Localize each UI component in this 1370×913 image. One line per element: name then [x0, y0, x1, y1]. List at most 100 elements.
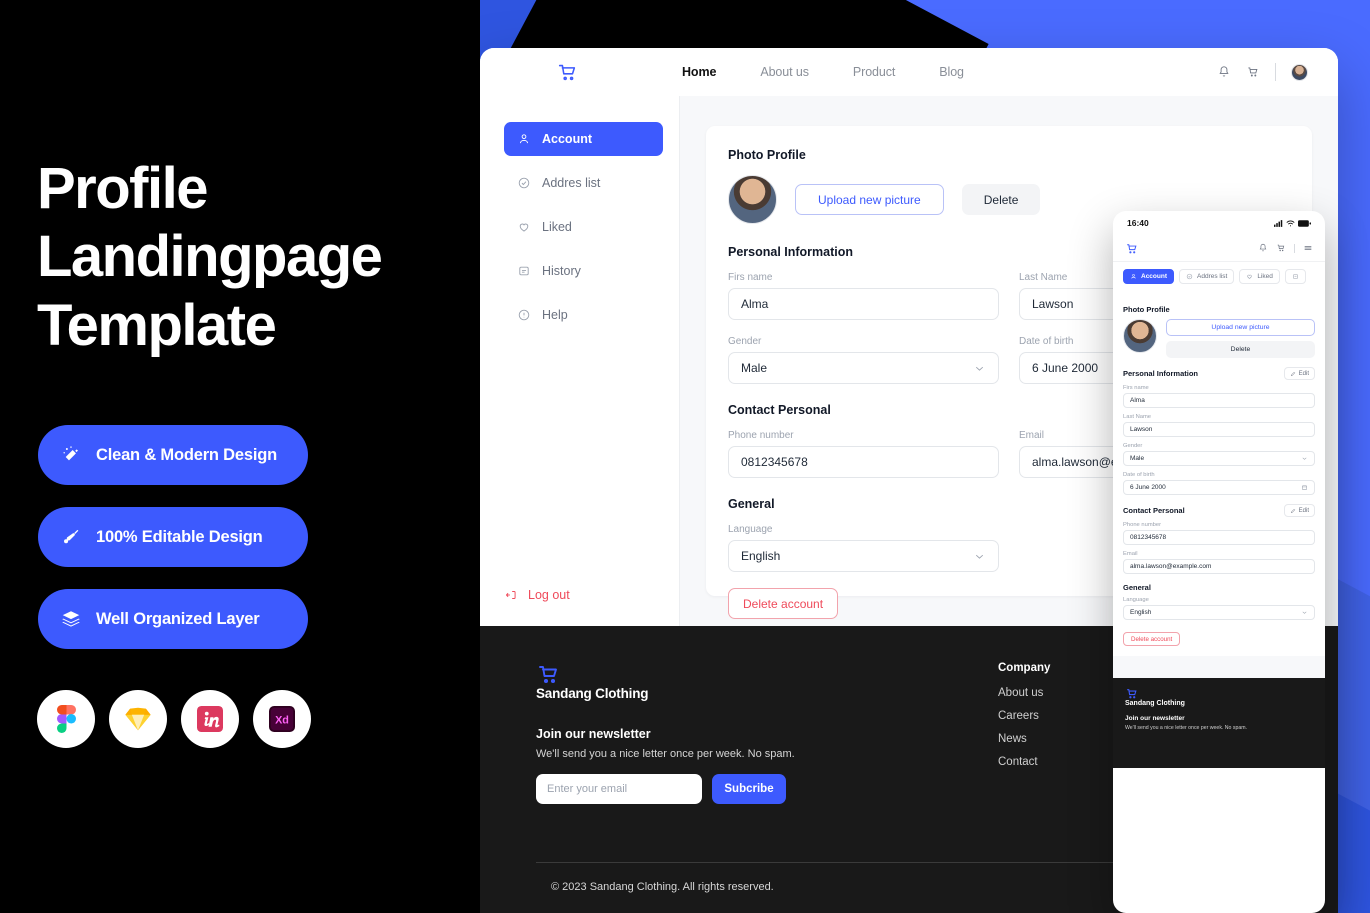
first-name-label: Firs name	[728, 272, 773, 283]
mobile-delete-picture-button[interactable]: Delete	[1166, 341, 1315, 358]
mobile-tab-label: Liked	[1257, 273, 1273, 280]
shopping-cart-logo-icon[interactable]	[556, 61, 578, 83]
mobile-tab-account[interactable]: Account	[1123, 269, 1174, 284]
language-value: English	[741, 549, 781, 563]
check-circle-icon	[1186, 273, 1193, 280]
svg-text:Xd: Xd	[275, 714, 289, 726]
sketch-icon	[124, 706, 152, 732]
nav-item-blog[interactable]: Blog	[939, 65, 964, 79]
footer-link-news[interactable]: News	[998, 733, 1050, 745]
feature-pill-clean-modern-design[interactable]: Clean & Modern Design	[38, 425, 308, 485]
mobile-phone-number-value: 0812345678	[1130, 534, 1167, 541]
cart-icon[interactable]	[1246, 65, 1260, 79]
mobile-phone-number-label: Phone number	[1123, 522, 1162, 528]
mobile-gender-label: Gender	[1123, 443, 1143, 449]
avatar[interactable]	[1291, 63, 1308, 81]
mobile-footer: Sandang Clothing Join our newsletter We'…	[1113, 678, 1325, 768]
mobile-edit-contact-button[interactable]: Edit	[1283, 504, 1315, 517]
language-select[interactable]: English	[728, 540, 999, 572]
chevron-down-icon	[973, 550, 986, 563]
mobile-first-name-value: Alma	[1130, 397, 1145, 404]
nav-item-product[interactable]: Product	[853, 65, 895, 79]
battery-icon	[1298, 219, 1311, 227]
mobile-first-name-input[interactable]: Alma	[1123, 393, 1315, 408]
mobile-date-of-birth-input[interactable]: 6 June 2000	[1123, 480, 1315, 495]
mobile-language-select[interactable]: English	[1123, 605, 1315, 620]
nav-item-home[interactable]: Home	[682, 65, 716, 79]
first-name-input[interactable]: Alma	[728, 288, 999, 320]
bell-icon[interactable]	[1258, 243, 1268, 253]
newsletter-subtitle: We'll send you a nice letter once per we…	[536, 748, 795, 760]
mobile-delete-account-button[interactable]: Delete account	[1123, 632, 1181, 646]
mobile-contact-personal-title: Contact Personal Edit	[1123, 504, 1315, 517]
upload-new-picture-button[interactable]: Upload new picture	[795, 184, 944, 215]
bell-icon[interactable]	[1217, 65, 1231, 79]
logout-button[interactable]: Log out	[504, 588, 570, 602]
invision-icon	[197, 706, 223, 732]
footer-link-about-us[interactable]: About us	[998, 687, 1050, 699]
feature-pill-editable-design[interactable]: 100% Editable Design	[38, 507, 308, 567]
footer-column-company: Company About us Careers News Contact	[998, 662, 1050, 804]
screenshot-stage: Home About us Product Blog Account Addre…	[0, 0, 1370, 913]
sidebar-item-account[interactable]: Account	[504, 122, 663, 156]
delete-picture-button[interactable]: Delete	[961, 184, 1041, 215]
mobile-tab-addres-list[interactable]: Addres list	[1179, 269, 1235, 284]
mobile-edit-personal-button[interactable]: Edit	[1283, 367, 1315, 380]
sidebar-item-addres-list[interactable]: Addres list	[504, 166, 663, 200]
sidebar-item-label: History	[542, 264, 581, 278]
heart-icon	[1247, 274, 1253, 279]
mobile-email-input[interactable]: alma.lawson@example.com	[1123, 559, 1315, 574]
mobile-cart-logo-icon[interactable]	[1125, 242, 1138, 255]
mobile-phone-number-input[interactable]: 0812345678	[1123, 530, 1315, 545]
mobile-language-value: English	[1130, 609, 1152, 616]
gender-label: Gender	[728, 336, 762, 347]
sidebar-item-history[interactable]: History	[504, 254, 663, 288]
delete-account-button[interactable]: Delete account	[728, 588, 839, 619]
mobile-gender-select[interactable]: Male	[1123, 451, 1315, 466]
mobile-tab-history[interactable]	[1284, 269, 1306, 284]
feature-pill-organized-layer[interactable]: Well Organized Layer	[38, 589, 308, 649]
phone-number-label: Phone number	[728, 430, 794, 441]
footer-copyright: © 2023 Sandang Clothing. All rights rese…	[551, 881, 774, 893]
gender-select[interactable]: Male	[728, 352, 999, 384]
date-of-birth-value: 6 June 2000	[1032, 361, 1099, 375]
check-circle-icon	[517, 176, 531, 190]
hamburger-icon[interactable]	[1303, 243, 1313, 253]
pencil-icon	[1290, 371, 1295, 376]
desktop-sidebar: Account Addres list Liked History Help L…	[480, 96, 680, 626]
title-line-1: Profile	[37, 156, 209, 221]
promo-panel: Profile Landingpage Template Clean & Mod…	[0, 0, 480, 913]
mobile-spacer	[1113, 656, 1325, 678]
mobile-edit-label: Edit	[1298, 370, 1309, 377]
footer-link-careers[interactable]: Careers	[998, 710, 1050, 722]
sidebar-item-liked[interactable]: Liked	[504, 210, 663, 244]
mobile-nav-actions	[1258, 243, 1313, 253]
user-icon	[1131, 274, 1136, 279]
app-icon-sketch	[109, 690, 167, 748]
app-icon-adobe-xd: Xd	[253, 690, 311, 748]
footer-link-contact[interactable]: Contact	[998, 756, 1050, 768]
nav-item-about-us[interactable]: About us	[760, 65, 809, 79]
mobile-email-field: Email alma.lawson@example.com	[1123, 551, 1315, 574]
mobile-date-of-birth-field: Date of birth 6 June 2000	[1123, 472, 1315, 495]
phone-number-input[interactable]: 0812345678	[728, 446, 999, 478]
first-name-field: Firs name Alma	[728, 272, 999, 320]
mobile-tab-liked[interactable]: Liked	[1239, 269, 1280, 284]
mobile-last-name-input[interactable]: Lawson	[1123, 422, 1315, 437]
mobile-section-label: Contact Personal	[1123, 506, 1185, 515]
language-field: Language English	[728, 524, 999, 572]
newsletter-email-input[interactable]: Enter your email	[536, 774, 702, 804]
mobile-section-label: General	[1123, 583, 1151, 592]
mobile-photo-buttons: Upload new picture Delete	[1166, 319, 1315, 358]
mobile-status-bar: 16:40	[1113, 211, 1325, 235]
mobile-phone-mockup: 16:40 Account Addres list Liked Photo Pr…	[1113, 211, 1325, 913]
mobile-section-label: Personal Information	[1123, 369, 1199, 378]
desktop-nav-menu: Home About us Product Blog	[682, 65, 964, 79]
mobile-tab-label: Addres list	[1197, 273, 1228, 280]
subscribe-button[interactable]: Subcribe	[712, 774, 786, 804]
mobile-upload-new-picture-button[interactable]: Upload new picture	[1166, 319, 1315, 336]
mobile-general-title: General	[1123, 583, 1315, 592]
sidebar-item-help[interactable]: Help	[504, 298, 663, 332]
cart-icon[interactable]	[1276, 243, 1286, 253]
logout-icon	[504, 588, 518, 602]
